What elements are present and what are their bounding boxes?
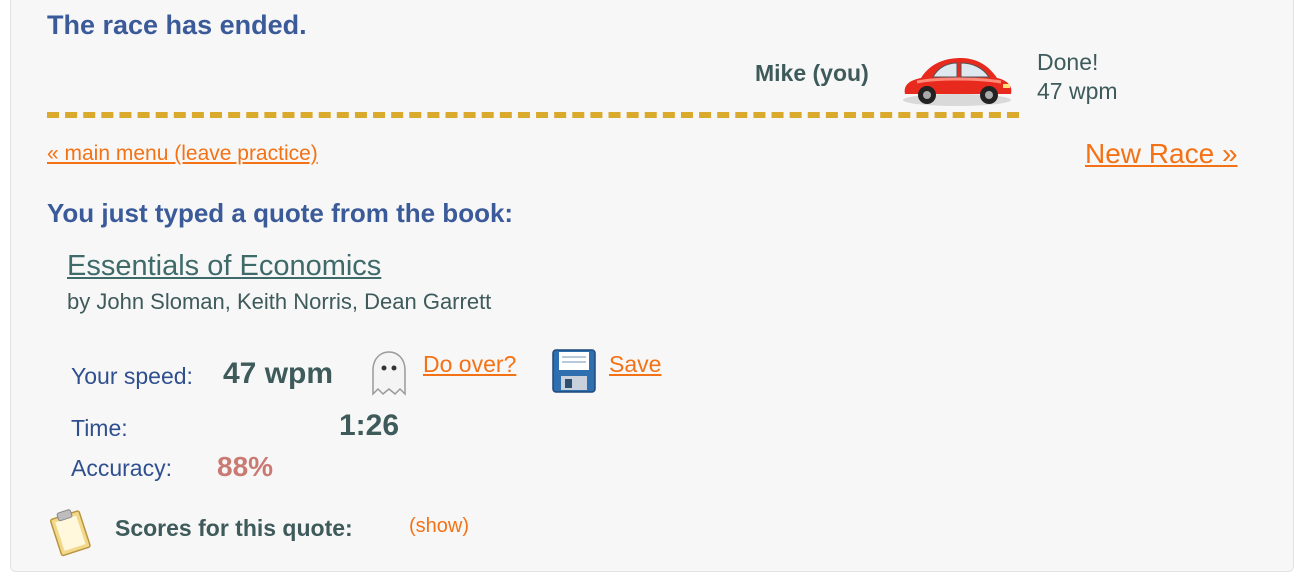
book-authors: by John Sloman, Keith Norris, Dean Garre… [67,289,492,314]
main-menu-link[interactable]: « main menu (leave practice) [47,142,318,166]
racer-status: Done! 47 wpm [1037,48,1118,106]
racer-name: Mike (you) [755,60,869,86]
floppy-disk-icon[interactable] [551,348,597,394]
new-race-link[interactable]: New Race » [1085,138,1238,170]
accuracy-label: Accuracy: [71,455,172,481]
racer-wpm: 47 wpm [1037,78,1118,104]
save-link[interactable]: Save [609,351,661,378]
show-scores-link[interactable]: (show) [409,515,469,538]
book-title-link[interactable]: Essentials of Economics [67,250,381,283]
race-track-line [47,112,1019,118]
race-results-panel: The race has ended. Mike (you) Done! 47 … [10,0,1294,572]
speed-value: 47 wpm [223,357,334,390]
do-over-link[interactable]: Do over? [423,351,516,378]
time-value: 1:26 [339,409,400,442]
scores-label: Scores for this quote: [115,515,353,541]
speed-label: Your speed: [71,363,193,389]
race-status-title: The race has ended. [47,10,307,40]
car-icon [897,50,1017,110]
accuracy-value: 88% [217,451,274,482]
racer-state: Done! [1037,49,1099,75]
clipboard-icon [47,506,95,558]
time-label: Time: [71,415,128,441]
quote-heading: You just typed a quote from the book: [47,198,514,228]
ghost-icon[interactable] [363,348,415,400]
